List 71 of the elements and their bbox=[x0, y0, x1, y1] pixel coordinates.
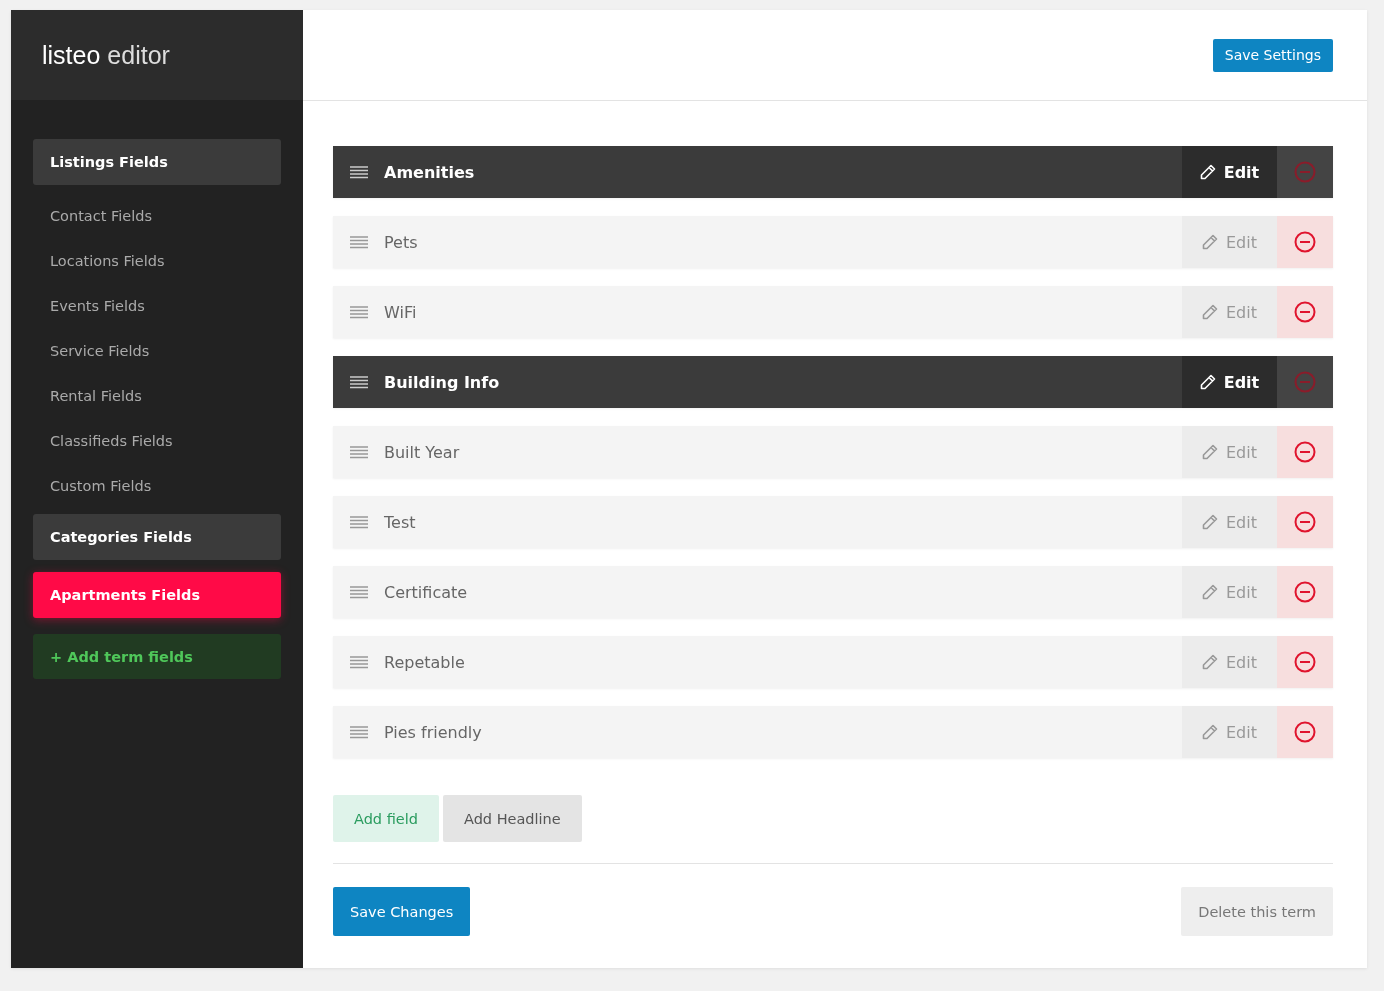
sidebar-item[interactable]: Classifieds Fields bbox=[33, 418, 281, 463]
pencil-icon bbox=[1202, 234, 1218, 250]
logo: listeo editor bbox=[42, 40, 170, 70]
drag-handle-icon[interactable] bbox=[350, 375, 368, 389]
sidebar-item[interactable]: Locations Fields bbox=[33, 238, 281, 283]
drag-handle-icon[interactable] bbox=[350, 585, 368, 599]
remove-button[interactable] bbox=[1277, 636, 1333, 688]
field-label: Pets bbox=[384, 232, 418, 252]
pencil-icon bbox=[1199, 164, 1216, 180]
field-label: Building Info bbox=[384, 372, 500, 392]
field-row[interactable]: Pies friendly Edit bbox=[333, 706, 1333, 758]
remove-button[interactable] bbox=[1277, 286, 1333, 338]
field-label: Amenities bbox=[384, 162, 475, 182]
sidebar-item[interactable]: Contact Fields bbox=[33, 193, 281, 238]
field-row[interactable]: Certificate Edit bbox=[333, 566, 1333, 618]
remove-icon bbox=[1294, 581, 1316, 603]
field-label: Certificate bbox=[384, 582, 468, 602]
save-settings-button[interactable]: Save Settings bbox=[1212, 38, 1333, 72]
remove-icon bbox=[1294, 721, 1316, 743]
remove-icon bbox=[1294, 231, 1316, 253]
pencil-icon bbox=[1202, 584, 1218, 600]
field-row[interactable]: Pets Edit bbox=[333, 216, 1333, 268]
remove-icon bbox=[1294, 441, 1316, 463]
add-term-button[interactable]: + Add term fields bbox=[33, 634, 281, 679]
field-label: Pies friendly bbox=[384, 722, 482, 742]
sidebar-item[interactable]: Custom Fields bbox=[33, 463, 281, 508]
drag-handle-icon[interactable] bbox=[350, 655, 368, 669]
sidebar-item[interactable]: Listings Fields bbox=[33, 139, 281, 185]
field-row[interactable]: WiFi Edit bbox=[333, 286, 1333, 338]
sidebar-item[interactable]: Service Fields bbox=[33, 328, 281, 373]
remove-icon bbox=[1294, 301, 1316, 323]
edit-button[interactable]: Edit bbox=[1182, 356, 1277, 408]
remove-button[interactable] bbox=[1277, 706, 1333, 758]
save-changes-button[interactable]: Save Changes bbox=[333, 887, 471, 936]
pencil-icon bbox=[1202, 724, 1218, 740]
edit-button[interactable]: Edit bbox=[1182, 146, 1277, 198]
pencil-icon bbox=[1202, 514, 1218, 530]
remove-button[interactable] bbox=[1277, 496, 1333, 548]
drag-handle-icon[interactable] bbox=[350, 445, 368, 459]
field-label: WiFi bbox=[384, 302, 417, 322]
field-row[interactable]: Built Year Edit bbox=[333, 426, 1333, 478]
drag-handle-icon[interactable] bbox=[350, 165, 368, 179]
field-label: Test bbox=[384, 512, 416, 532]
pencil-icon bbox=[1202, 444, 1218, 460]
field-label: Built Year bbox=[384, 442, 460, 462]
field-row[interactable]: Test Edit bbox=[333, 496, 1333, 548]
drag-handle-icon[interactable] bbox=[350, 515, 368, 529]
sidebar-item[interactable]: Categories Fields bbox=[33, 514, 281, 560]
remove-icon bbox=[1294, 371, 1316, 393]
pencil-icon bbox=[1202, 304, 1218, 320]
remove-button[interactable] bbox=[1277, 216, 1333, 268]
remove-icon bbox=[1294, 161, 1316, 183]
remove-icon bbox=[1294, 651, 1316, 673]
sidebar-item[interactable]: Rental Fields bbox=[33, 373, 281, 418]
sidebar-item[interactable]: Apartments Fields bbox=[33, 572, 281, 618]
headline-row[interactable]: Amenities Edit bbox=[333, 146, 1333, 198]
drag-handle-icon[interactable] bbox=[350, 305, 368, 319]
delete-term-button[interactable]: Delete this term bbox=[1181, 887, 1333, 936]
drag-handle-icon[interactable] bbox=[350, 235, 368, 249]
add-field-button[interactable]: Add field bbox=[333, 795, 439, 842]
sidebar-item[interactable]: Events Fields bbox=[33, 283, 281, 328]
pencil-icon bbox=[1199, 374, 1216, 390]
headline-row[interactable]: Building Info Edit bbox=[333, 356, 1333, 408]
field-label: Repetable bbox=[384, 652, 465, 672]
add-headline-button[interactable]: Add Headline bbox=[442, 795, 582, 842]
remove-button[interactable] bbox=[1277, 566, 1333, 618]
pencil-icon bbox=[1202, 654, 1218, 670]
remove-icon bbox=[1294, 511, 1316, 533]
drag-handle-icon[interactable] bbox=[350, 725, 368, 739]
field-row[interactable]: Repetable Edit bbox=[333, 636, 1333, 688]
remove-button[interactable] bbox=[1277, 426, 1333, 478]
